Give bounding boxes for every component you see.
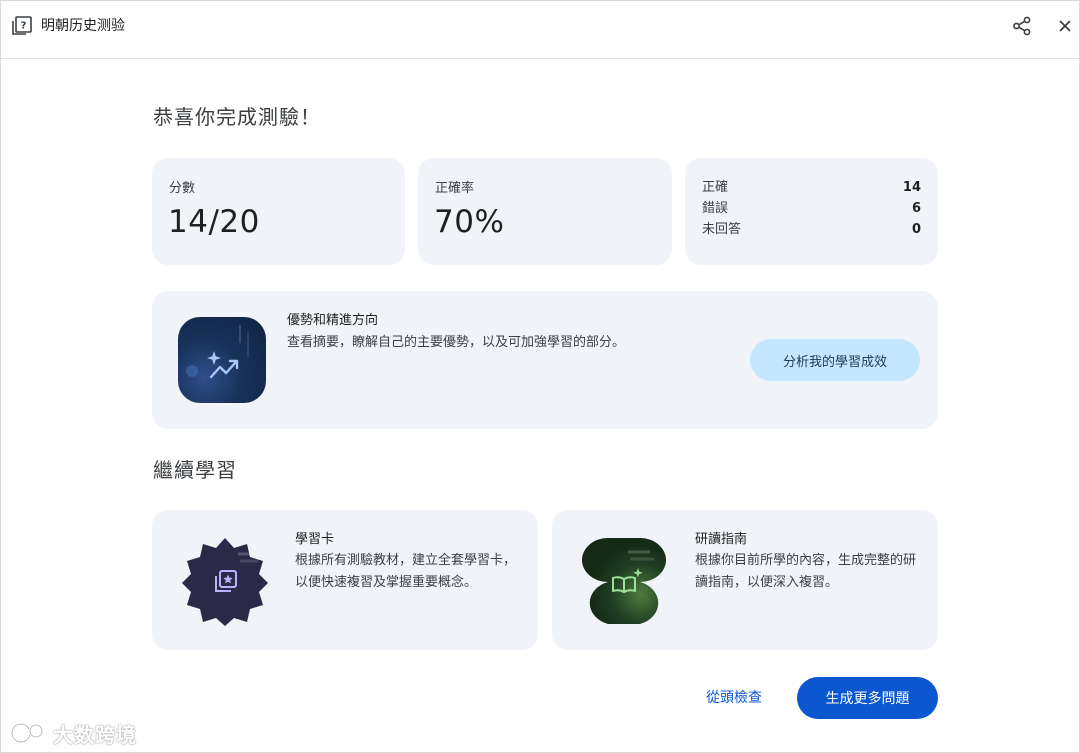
watermark-logo-icon	[10, 722, 44, 744]
review-from-start-link[interactable]: 從頭檢查	[706, 687, 762, 707]
breakdown-row-unanswered: 未回答 0	[702, 219, 921, 240]
analyze-learning-button[interactable]: 分析我的學習成效	[750, 339, 920, 381]
study-guide-description: 根據你目前所學的內容，生成完整的研讀指南，以便深入複習。	[695, 553, 917, 590]
generate-more-questions-button[interactable]: 生成更多問題	[797, 677, 938, 719]
insight-card: 優勢和精進方向 查看摘要，瞭解自己的主要優勢，以及可加強學習的部分。 分析我的學…	[152, 291, 938, 429]
window-title: 明朝历史测验	[41, 18, 125, 34]
accuracy-label: 正確率	[435, 181, 475, 196]
quiz-icon: ?	[12, 16, 32, 35]
share-icon[interactable]	[1011, 15, 1033, 37]
answer-breakdown: 正確 14 錯誤 6 未回答 0	[702, 177, 921, 240]
watermark: 大数跨境	[9, 717, 137, 749]
accuracy-card: 正確率 70%	[418, 158, 672, 265]
breakdown-value: 0	[911, 222, 921, 237]
quiz-results-window: ? 明朝历史测验 恭喜你完成測驗！ 分數 14/20 正確率 70% 正確 14	[0, 0, 1080, 753]
score-label: 分數	[169, 181, 196, 196]
breakdown-label: 錯誤	[702, 201, 729, 216]
breakdown-row-wrong: 錯誤 6	[702, 198, 921, 219]
svg-text:?: ?	[21, 21, 27, 32]
insight-description: 查看摘要，瞭解自己的主要優勢，以及可加強學習的部分。	[287, 335, 626, 350]
accuracy-value: 70%	[434, 204, 505, 240]
trending-sparkle-icon	[186, 325, 249, 379]
breakdown-value: 14	[902, 180, 921, 195]
breakdown-label: 未回答	[702, 222, 742, 237]
continue-learning-heading: 繼續學習	[153, 458, 237, 482]
breakdown-row-correct: 正確 14	[702, 177, 921, 198]
breakdown-label: 正確	[702, 180, 729, 195]
insight-thumbnail	[178, 317, 266, 403]
close-icon[interactable]	[1054, 15, 1076, 37]
title-bar: ? 明朝历史测验	[1, 1, 1079, 59]
breakdown-card: 正確 14 錯誤 6 未回答 0	[685, 158, 938, 265]
flashcards-title: 學習卡	[295, 532, 335, 547]
study-guide-title: 研讀指南	[695, 532, 748, 547]
watermark-text: 大数跨境	[53, 722, 137, 747]
study-guide-icon	[582, 538, 666, 624]
flashcards-description: 根據所有測驗教材，建立全套學習卡，以便快速複習及掌握重要概念。	[295, 553, 517, 590]
congrats-heading: 恭喜你完成測驗！	[153, 105, 321, 129]
insight-title: 優勢和精進方向	[287, 313, 379, 328]
flashcards-icon	[182, 538, 268, 626]
study-guide-card[interactable]: 研讀指南 根據你目前所學的內容，生成完整的研讀指南，以便深入複習。	[552, 510, 938, 650]
breakdown-value: 6	[911, 201, 921, 216]
flashcards-card[interactable]: 學習卡 根據所有測驗教材，建立全套學習卡，以便快速複習及掌握重要概念。	[152, 510, 538, 650]
score-value: 14/20	[168, 204, 260, 240]
score-card: 分數 14/20	[152, 158, 405, 265]
